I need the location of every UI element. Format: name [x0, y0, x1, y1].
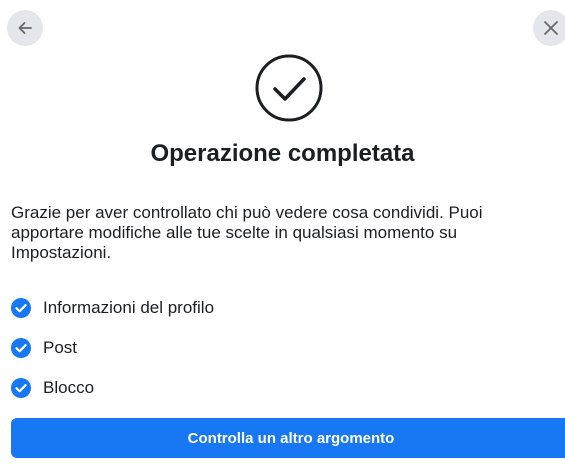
list-item: Informazioni del profilo: [11, 288, 214, 328]
back-button[interactable]: [7, 10, 43, 46]
close-icon: [544, 21, 558, 35]
privacy-checkup-complete-dialog: Operazione completata Grazie per aver co…: [0, 0, 565, 470]
list-item: Post: [11, 328, 214, 368]
check-badge-icon: [11, 338, 31, 358]
check-badge-icon: [11, 378, 31, 398]
list-item: Blocco: [11, 368, 214, 408]
close-button[interactable]: [533, 10, 565, 46]
description-text: Grazie per aver controllato chi può vede…: [11, 203, 483, 262]
list-item-label: Blocco: [43, 378, 95, 397]
checklist: Informazioni del profilo Post Blocco: [11, 288, 214, 408]
review-another-topic-button[interactable]: Controlla un altro argomento: [11, 418, 565, 458]
list-item-label: Informazioni del profilo: [43, 298, 215, 317]
page-title: Operazione completata: [150, 140, 415, 167]
check-circle-icon: [255, 54, 323, 122]
arrow-left-icon: [18, 22, 32, 34]
check-badge-icon: [11, 298, 31, 318]
list-item-label: Post: [43, 338, 78, 357]
